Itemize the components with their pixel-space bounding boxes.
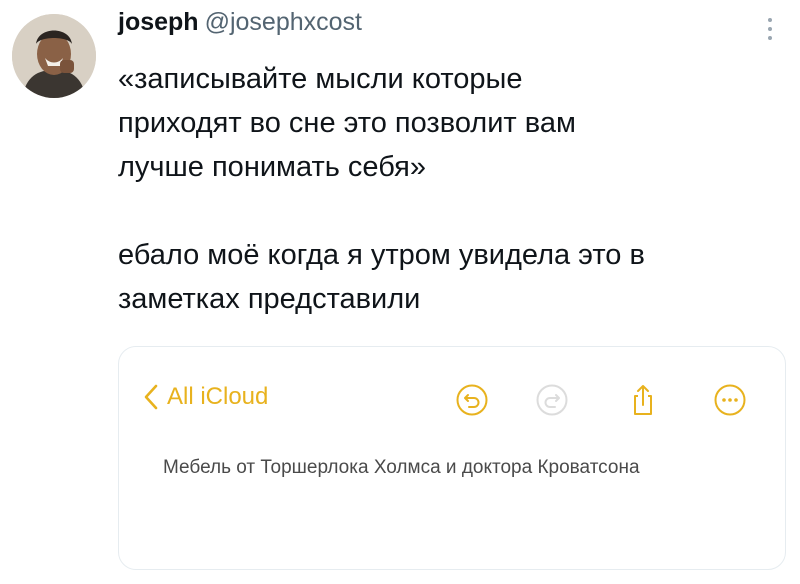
tweet-line: «записывайте мысли которые: [118, 63, 523, 95]
tweet-text: «записывайте мысли которые приходят во с…: [118, 57, 778, 321]
display-name[interactable]: joseph: [118, 8, 199, 36]
note-text[interactable]: Мебель от Торшерлока Холмса и доктора Кр…: [163, 449, 683, 487]
tweet-header: joseph @josephxcost: [118, 8, 362, 37]
share-icon[interactable]: [626, 383, 660, 417]
more-options-icon[interactable]: [760, 12, 780, 46]
tweet-line: приходят во сне это позволит вам: [118, 107, 576, 139]
tweet-line: заметках представили: [118, 283, 421, 315]
tweet-line: ебало моё когда я утром увидела это в: [118, 239, 645, 271]
avatar[interactable]: [12, 14, 96, 98]
attached-image-card[interactable]: All iCloud Мебель от Торшерлока Холмса и…: [118, 346, 786, 570]
user-handle[interactable]: @josephxcost: [205, 8, 362, 36]
more-circle-icon[interactable]: [713, 383, 747, 417]
redo-icon[interactable]: [535, 383, 569, 417]
avatar-image: [12, 14, 96, 98]
back-label: All iCloud: [167, 383, 269, 410]
back-button[interactable]: All iCloud: [143, 383, 268, 411]
undo-icon[interactable]: [455, 383, 489, 417]
chevron-left-icon: [144, 384, 158, 410]
tweet-line: лучше понимать себя»: [118, 151, 427, 183]
notes-toolbar: All iCloud: [119, 383, 785, 419]
